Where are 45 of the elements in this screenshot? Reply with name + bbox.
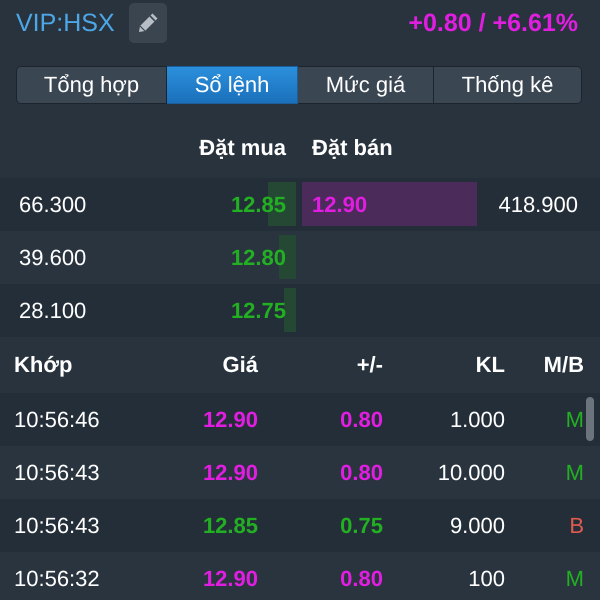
price-change-cell: 0.75 <box>340 512 383 538</box>
ask-price: 12.90 <box>312 192 368 218</box>
trade-side: B <box>569 512 584 538</box>
column-header: Đặt mua <box>199 135 286 161</box>
price-change-cell: 0.80 <box>340 460 383 486</box>
trade-time: 10:56:32 <box>14 566 100 592</box>
column-header: Đặt bán <box>312 135 393 161</box>
trade-volume: 9.000 <box>450 512 505 538</box>
scrollbar-thumb[interactable] <box>586 397 594 441</box>
tab[interactable]: Sổ lệnh <box>167 66 298 104</box>
bid-price: 12.80 <box>230 244 286 270</box>
tab[interactable]: Mức giá <box>298 66 434 104</box>
trade-volume: 100 <box>468 566 505 592</box>
trade-price: 12.85 <box>202 512 258 538</box>
price-change-cell: 0.80 <box>340 406 383 432</box>
trade-side: M <box>566 406 584 432</box>
price-change-cell: 0.80 <box>340 566 383 592</box>
pencil-icon <box>136 12 159 34</box>
trade-time: 10:56:46 <box>14 406 100 432</box>
trade-volume: 1.000 <box>450 406 505 432</box>
trade-price: 12.90 <box>202 406 258 432</box>
trade-time: 10:56:43 <box>14 460 100 486</box>
ask-volume: 418.900 <box>498 192 578 218</box>
bid-volume-bar <box>284 288 296 332</box>
tab[interactable]: Thống kê <box>434 66 582 104</box>
bid-volume: 39.600 <box>19 244 86 270</box>
bid-price: 12.85 <box>230 192 286 218</box>
column-header: M/B <box>544 352 584 378</box>
stock-symbol: VIP:HSX <box>16 8 115 38</box>
bid-volume: 66.300 <box>19 192 86 218</box>
trade-time: 10:56:43 <box>14 512 100 538</box>
column-header: KL <box>476 352 505 378</box>
trade-side: M <box>566 566 584 592</box>
tab[interactable]: Tổng hợp <box>16 66 167 104</box>
bid-price: 12.75 <box>230 298 286 324</box>
trade-side: M <box>566 460 584 486</box>
column-header: Giá <box>222 352 258 378</box>
trade-price: 12.90 <box>202 460 258 486</box>
column-header: Khớp <box>14 352 72 378</box>
price-change: +0.80 / +6.61% <box>408 8 578 38</box>
trade-volume: 10.000 <box>438 460 505 486</box>
trade-price: 12.90 <box>202 566 258 592</box>
edit-button[interactable] <box>128 3 167 43</box>
column-header: +/- <box>356 352 383 378</box>
bid-volume: 28.100 <box>19 298 86 324</box>
